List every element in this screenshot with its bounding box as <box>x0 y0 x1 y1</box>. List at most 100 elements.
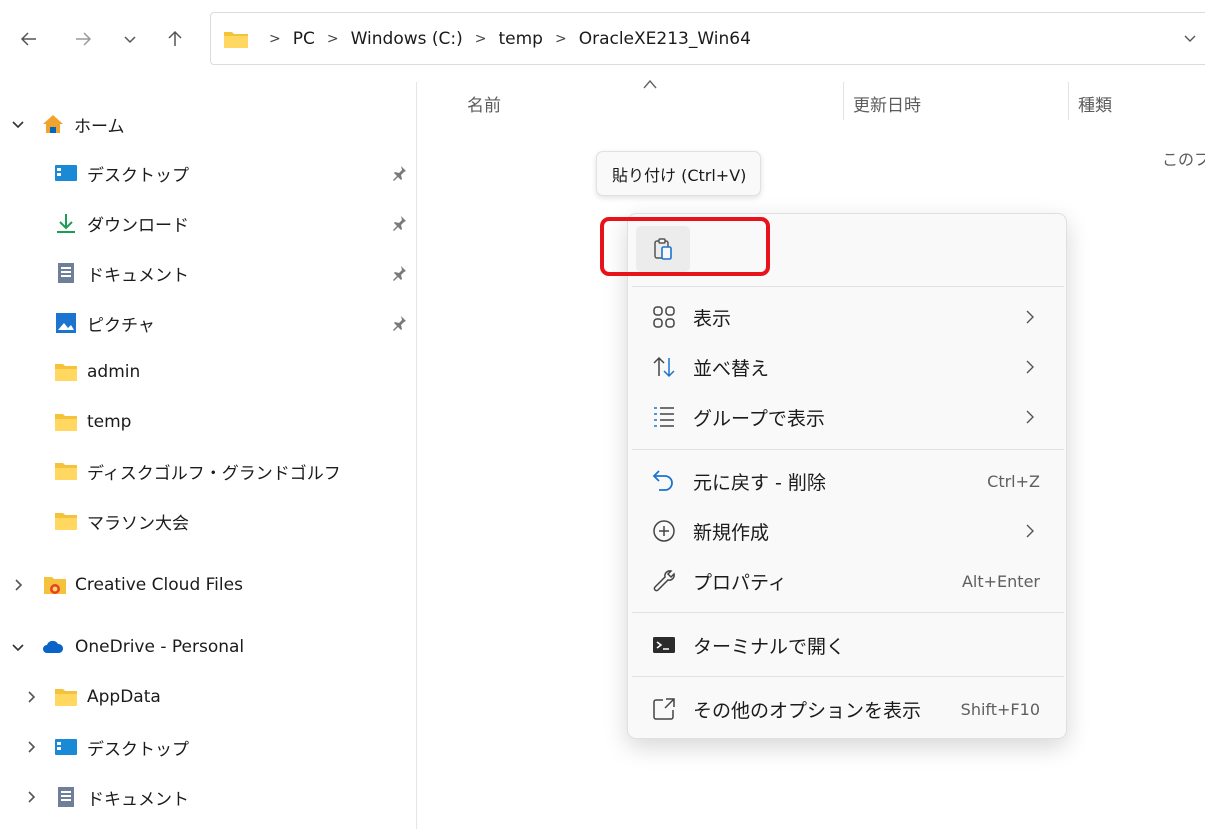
undo-icon <box>650 467 678 495</box>
pin-icon[interactable] <box>388 262 410 284</box>
forward-button[interactable] <box>66 22 100 56</box>
sidebar-item-documents[interactable]: ドキュメント <box>0 253 417 293</box>
sidebar-item-downloads[interactable]: ダウンロード <box>0 203 417 243</box>
sidebar-item-label: OneDrive - Personal <box>75 637 245 657</box>
sidebar-item-onedrive[interactable]: OneDrive - Personal <box>0 627 417 667</box>
column-separator[interactable] <box>843 82 844 120</box>
document-icon <box>53 261 79 285</box>
menu-item-label: プロパティ <box>693 571 787 594</box>
sidebar-item-onedrive-desktop[interactable]: デスクトップ <box>0 727 417 767</box>
chevron-down-icon <box>1184 35 1196 42</box>
breadcrumb-separator: > <box>554 30 567 47</box>
sidebar-item-label: Creative Cloud Files <box>75 575 243 595</box>
document-icon <box>53 785 79 809</box>
sidebar-item-label: ディスクゴルフ・グランドゴルフ <box>87 463 341 484</box>
chevron-down-icon[interactable] <box>9 638 27 656</box>
sidebar-item-label: デスクトップ <box>87 165 189 186</box>
pane-divider[interactable] <box>416 82 417 829</box>
pin-icon[interactable] <box>388 312 410 334</box>
sidebar-item-label: ダウンロード <box>87 215 189 236</box>
breadcrumb-separator: > <box>269 30 281 47</box>
more-options-icon <box>650 695 678 723</box>
column-header-type[interactable]: 種類 <box>1078 88 1112 118</box>
sidebar-item-desktop[interactable]: デスクトップ <box>0 153 417 193</box>
menu-item-properties[interactable]: プロパティ Alt+Enter <box>632 558 1064 604</box>
chevron-down-icon <box>124 36 136 44</box>
wrench-icon <box>650 567 678 595</box>
empty-folder-message: このフ <box>1162 150 1205 169</box>
view-icon <box>650 303 678 331</box>
breadcrumb-separator: > <box>326 30 339 47</box>
menu-item-view[interactable]: 表示 <box>632 294 1064 340</box>
context-menu: 表示 並べ替え グループで表示 元に戻す - 削除 Ctrl+Z 新規作成 プロ… <box>627 213 1067 739</box>
menu-item-undo-delete[interactable]: 元に戻す - 削除 Ctrl+Z <box>632 458 1064 504</box>
chevron-right-icon <box>1024 523 1038 539</box>
folder-icon <box>53 360 79 384</box>
breadcrumb-current-folder[interactable]: OracleXE213_Win64 <box>579 29 751 49</box>
sidebar-item-onedrive-documents[interactable]: ドキュメント <box>0 777 417 817</box>
folder-icon <box>53 509 79 533</box>
group-icon <box>650 403 678 431</box>
sidebar-item-pictures[interactable]: ピクチャ <box>0 303 417 343</box>
download-icon <box>53 211 79 235</box>
shortcut-text: Shift+F10 <box>960 699 1040 719</box>
shortcut-text: Alt+Enter <box>961 571 1040 591</box>
menu-separator <box>632 449 1064 450</box>
breadcrumb-separator: > <box>474 30 487 47</box>
breadcrumb-windows-c[interactable]: Windows (C:) <box>351 29 463 49</box>
menu-item-new[interactable]: 新規作成 <box>632 508 1064 554</box>
desktop-icon <box>53 161 79 185</box>
sidebar-item-marathon[interactable]: マラソン大会 <box>0 501 417 541</box>
sidebar-item-label: マラソン大会 <box>87 513 189 534</box>
menu-separator <box>632 612 1064 613</box>
up-button[interactable] <box>158 22 192 56</box>
sidebar-item-label: ドキュメント <box>87 789 189 810</box>
address-dropdown-button[interactable] <box>1178 24 1202 52</box>
chevron-right-icon[interactable] <box>22 688 40 706</box>
chevron-right-icon <box>1024 409 1038 425</box>
arrow-right-icon <box>76 32 92 46</box>
breadcrumb-temp[interactable]: temp <box>498 29 542 49</box>
chevron-right-icon <box>1024 309 1038 325</box>
terminal-icon <box>650 631 678 659</box>
navigation-pane: ホーム デスクトップ ダウンロード ドキュメント ピクチャ admin temp… <box>0 90 417 829</box>
sidebar-item-label: ドキュメント <box>87 265 189 286</box>
sidebar-item-creative-cloud[interactable]: Creative Cloud Files <box>0 565 417 605</box>
arrow-left-icon <box>20 32 36 46</box>
chevron-right-icon[interactable] <box>9 576 27 594</box>
sort-icon <box>650 353 678 381</box>
sidebar-item-discgolf[interactable]: ディスクゴルフ・グランドゴルフ <box>0 451 417 491</box>
sidebar-item-label: ピクチャ <box>87 315 155 336</box>
pin-icon[interactable] <box>388 162 410 184</box>
sidebar-item-appdata[interactable]: AppData <box>0 677 417 717</box>
paste-tooltip: 貼り付け (Ctrl+V) <box>596 151 761 196</box>
new-icon <box>650 517 678 545</box>
home-icon <box>40 112 66 136</box>
onedrive-cloud-icon <box>40 635 66 659</box>
pin-icon[interactable] <box>388 212 410 234</box>
sidebar-item-home[interactable]: ホーム <box>0 104 417 144</box>
column-header-name[interactable]: 名前 <box>467 88 501 118</box>
menu-item-label: 新規作成 <box>693 521 770 544</box>
menu-item-sort[interactable]: 並べ替え <box>632 344 1064 390</box>
column-header-modified[interactable]: 更新日時 <box>853 88 921 118</box>
folder-icon <box>53 685 79 709</box>
column-separator[interactable] <box>1068 82 1069 120</box>
breadcrumb-pc[interactable]: PC <box>293 29 315 49</box>
menu-item-open-terminal[interactable]: ターミナルで開く <box>632 622 1064 668</box>
pictures-icon <box>53 311 79 335</box>
sidebar-item-admin[interactable]: admin <box>0 352 417 392</box>
menu-item-group-by[interactable]: グループで表示 <box>632 394 1064 440</box>
chevron-right-icon[interactable] <box>22 738 40 756</box>
back-button[interactable] <box>12 22 46 56</box>
menu-separator <box>632 286 1064 287</box>
menu-item-label: ターミナルで開く <box>693 635 846 658</box>
chevron-down-icon[interactable] <box>9 115 27 133</box>
chevron-right-icon[interactable] <box>22 788 40 806</box>
sidebar-item-label: デスクトップ <box>87 739 189 760</box>
folder-icon <box>53 459 79 483</box>
menu-item-more-options[interactable]: その他のオプションを表示 Shift+F10 <box>632 686 1064 732</box>
recent-locations-button[interactable] <box>113 22 147 56</box>
address-bar[interactable]: > PC > Windows (C:) > temp > OracleXE213… <box>210 12 1205 65</box>
sidebar-item-temp[interactable]: temp <box>0 402 417 442</box>
